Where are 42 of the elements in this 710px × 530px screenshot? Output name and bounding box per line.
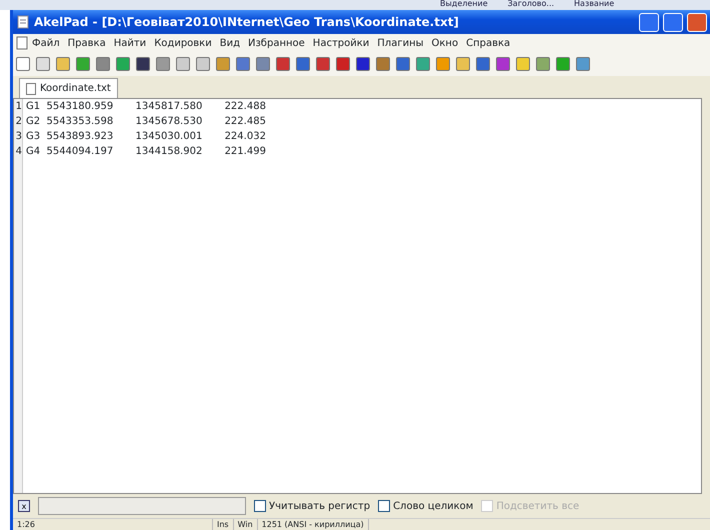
menu-item[interactable]: Настройки — [308, 36, 374, 50]
document-icon — [16, 36, 28, 50]
status-text: Win — [234, 519, 258, 530]
window-title: AkelPad - [D:\Геовіват2010\INternet\Geo Trans\Koordinate.txt] — [34, 14, 459, 31]
notepad-icon — [16, 15, 30, 29]
tab[interactable]: Koordinate.txt — [19, 78, 118, 98]
line-number: 2 — [14, 115, 22, 129]
minimize-button[interactable] — [639, 12, 659, 32]
status-text: 1:26 — [13, 519, 213, 530]
style-label: Название — [574, 0, 614, 10]
tab-label: Koordinate.txt — [40, 82, 111, 96]
search-field[interactable] — [38, 497, 246, 515]
text-line: G1 5543180.959 1345817.580 222.488 — [26, 100, 266, 114]
text-line: G3 5543893.923 1345030.001 224.032 — [26, 130, 266, 144]
style-label: Выделение — [440, 0, 488, 10]
checkbox[interactable] — [378, 500, 390, 512]
status-text: 1251 (ANSI - кириллица) — [258, 519, 369, 530]
menu-item[interactable]: Избранное — [244, 36, 309, 50]
style-label: Заголово... — [508, 0, 554, 10]
checkbox-label: Подсветить все — [496, 500, 580, 514]
menu-item[interactable]: Вид — [216, 36, 244, 50]
checkbox-label: Учитывать регистр — [269, 500, 370, 514]
menu-item[interactable]: Плагины — [373, 36, 428, 50]
menu-item[interactable]: Окно — [428, 36, 462, 50]
checkbox-label: Слово целиком — [393, 500, 474, 514]
menu-item[interactable]: Файл — [28, 36, 64, 50]
text-editor[interactable]: 1 2 3 4 G1 5543180.959 1345817.580 222.488 G2 5543353.598 1345678.530 222.485 G3 5543893.923 1345030.001 224.032 G4 5544094.197 1344158.902 221.499 — [13, 98, 702, 494]
close-button[interactable] — [687, 12, 707, 32]
checkbox[interactable] — [254, 500, 266, 512]
status-text: Ins — [213, 519, 234, 530]
line-number: 1 — [14, 100, 22, 114]
document-icon — [26, 82, 36, 94]
text-line: G2 5543353.598 1345678.530 222.485 — [26, 115, 266, 129]
menu-item[interactable]: Кодировки — [150, 36, 216, 50]
close-button[interactable]: x — [18, 500, 30, 512]
menu-item[interactable]: Правка — [64, 36, 110, 50]
menu-item[interactable]: Найти — [110, 36, 150, 50]
menu-item[interactable]: Справка — [462, 36, 514, 50]
text-line: G4 5544094.197 1344158.902 221.499 — [26, 145, 266, 159]
maximize-button[interactable] — [663, 12, 683, 32]
line-number: 3 — [14, 130, 22, 144]
line-number: 4 — [14, 145, 22, 159]
